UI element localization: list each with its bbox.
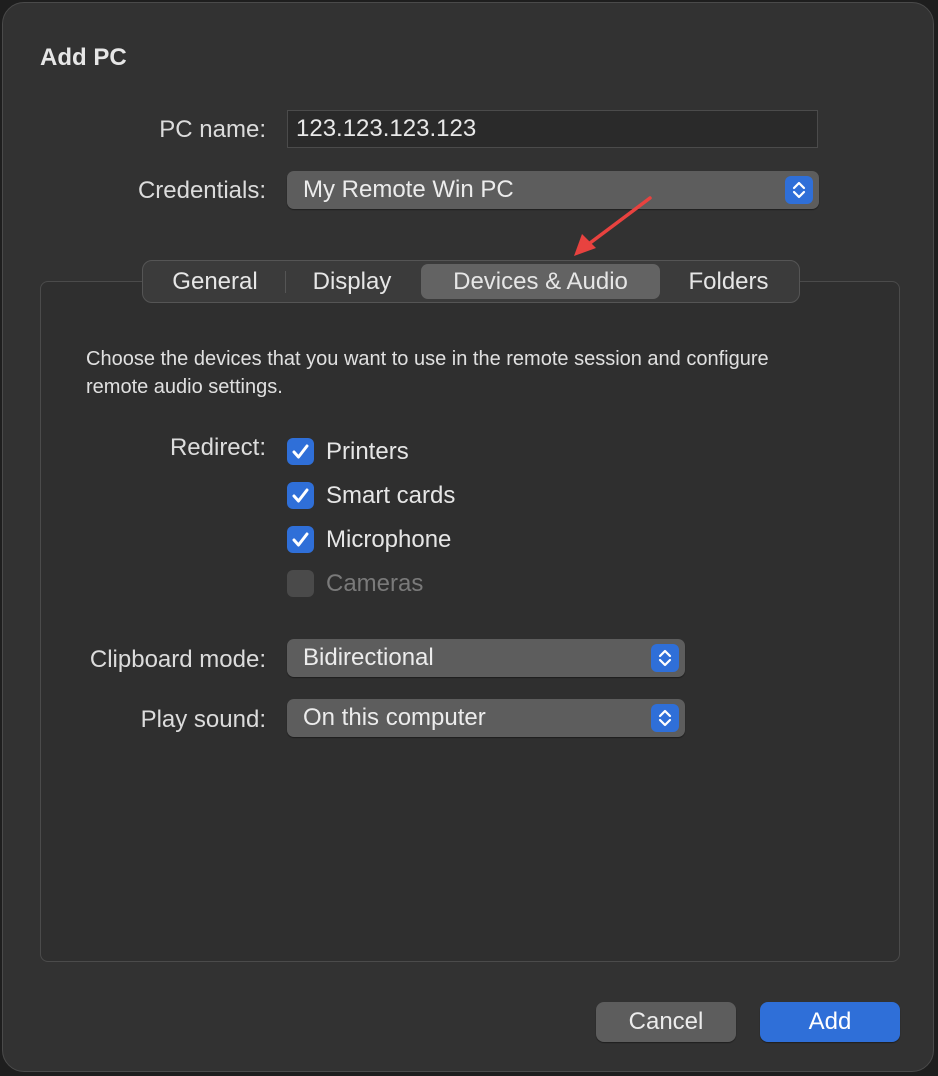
tab-folders[interactable]: Folders <box>666 264 791 299</box>
tab-devices-audio[interactable]: Devices & Audio <box>421 264 660 299</box>
pc-name-label: PC name: <box>159 116 266 143</box>
tab-divider <box>285 271 286 293</box>
credentials-selected: My Remote Win PC <box>303 176 514 203</box>
dialog-title: Add PC <box>40 44 127 71</box>
play-sound-selected: On this computer <box>303 704 486 731</box>
checkmark-icon <box>292 488 309 503</box>
checkmark-icon <box>292 532 309 547</box>
add-button[interactable]: Add <box>760 1002 900 1042</box>
smart-cards-label[interactable]: Smart cards <box>326 482 455 510</box>
smart-cards-checkbox[interactable] <box>287 482 314 509</box>
credentials-label: Credentials: <box>137 177 266 204</box>
play-sound-popup[interactable]: On this computer <box>287 699 685 737</box>
tab-general[interactable]: General <box>149 264 281 299</box>
tab-display[interactable]: Display <box>289 264 415 299</box>
chevron-up-down-icon <box>651 704 679 732</box>
credentials-popup[interactable]: My Remote Win PC <box>287 171 819 209</box>
printers-checkbox[interactable] <box>287 438 314 465</box>
play-sound-label: Play sound: <box>140 706 266 733</box>
devices-description: Choose the devices that you want to use … <box>86 348 769 398</box>
pc-name-input[interactable] <box>287 110 818 148</box>
cancel-button[interactable]: Cancel <box>596 1002 736 1042</box>
redirect-label: Redirect: <box>169 434 266 461</box>
chevron-up-down-icon <box>651 644 679 672</box>
cameras-label: Cameras <box>326 570 424 597</box>
microphone-label[interactable]: Microphone <box>326 526 451 554</box>
printers-label[interactable]: Printers <box>326 438 409 466</box>
clipboard-mode-selected: Bidirectional <box>303 644 434 671</box>
checkmark-icon <box>292 444 309 459</box>
microphone-checkbox[interactable] <box>287 526 314 553</box>
tab-bar: General Display Devices & Audio Folders <box>142 260 800 303</box>
chevron-up-down-icon <box>785 176 813 204</box>
clipboard-mode-popup[interactable]: Bidirectional <box>287 639 685 677</box>
clipboard-mode-label: Clipboard mode: <box>89 646 266 673</box>
cameras-checkbox <box>287 570 314 597</box>
annotation-arrow-icon <box>574 196 652 256</box>
